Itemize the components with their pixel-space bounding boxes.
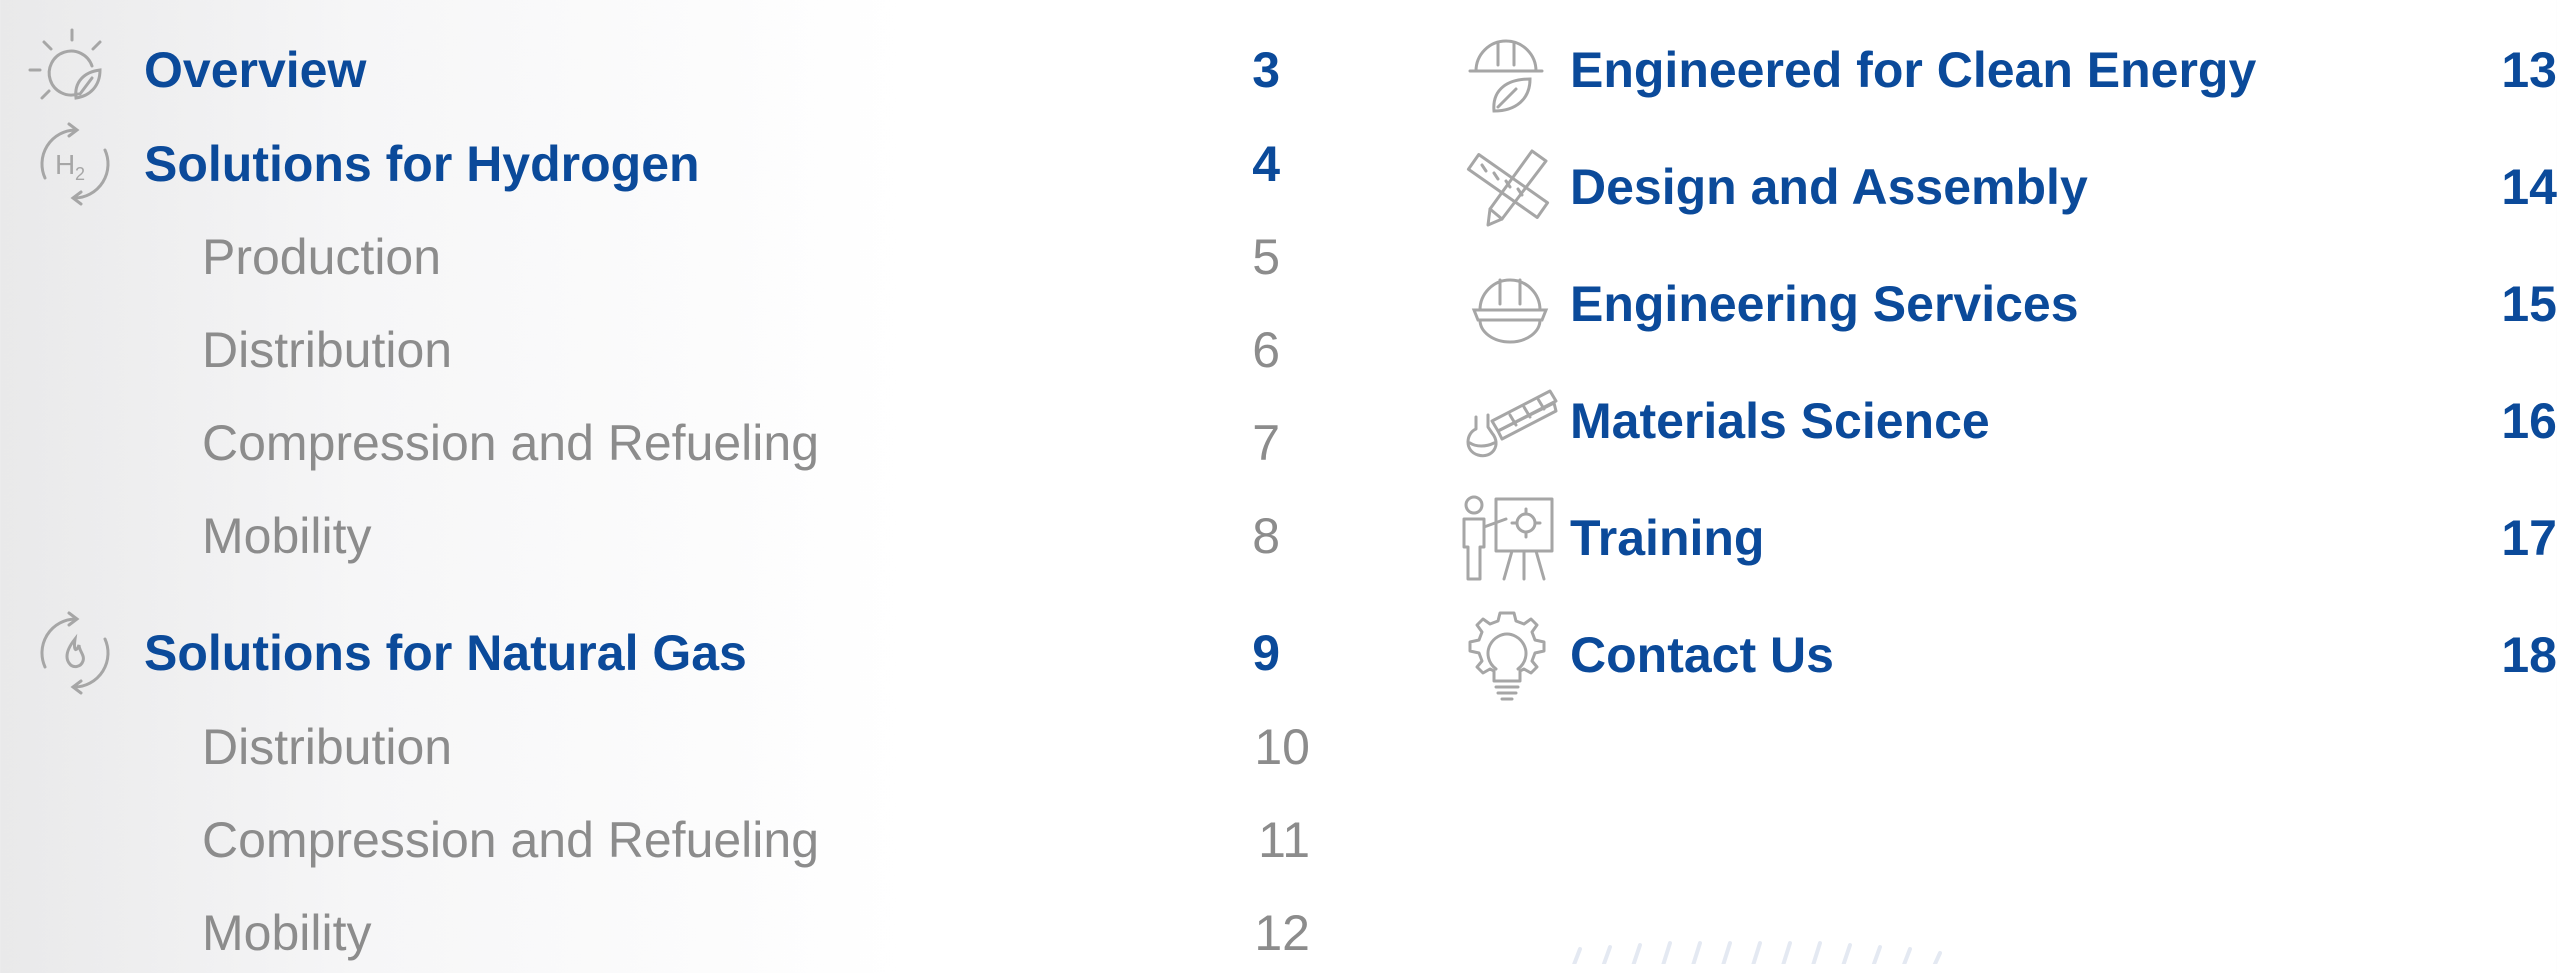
toc-page-number: 11 xyxy=(1258,812,1310,868)
toc-entry-solutions-hydrogen[interactable]: H 2 Solutions for Hydrogen 4 xyxy=(0,122,1320,206)
h2-cycle-icon: H 2 xyxy=(33,122,117,206)
presenter-board-icon xyxy=(1456,493,1556,583)
toc-subentry[interactable]: Mobility 8 xyxy=(0,496,1320,576)
toc-subentry[interactable]: Mobility 12 xyxy=(0,893,1320,973)
toc-entry-materials-science[interactable]: Materials Science 16 xyxy=(1440,381,2557,461)
toc-entry-engineering-services[interactable]: Engineering Services 15 xyxy=(1440,264,2557,344)
toc-subentry[interactable]: Production 5 xyxy=(0,217,1320,297)
toc-page-number: 12 xyxy=(1254,905,1310,961)
toc-subtitle: Production xyxy=(202,229,442,285)
toc-entry-training[interactable]: Training 17 xyxy=(1440,495,2557,581)
toc-title: Design and Assembly xyxy=(1570,159,2088,215)
flame-cycle-icon xyxy=(33,611,117,695)
toc-title: Training xyxy=(1570,510,1765,566)
toc-page-number: 8 xyxy=(1252,508,1280,564)
toc-entry-overview[interactable]: Overview 3 xyxy=(0,28,1320,110)
sun-leaf-icon xyxy=(28,26,116,114)
toc-entry-engineered-clean-energy[interactable]: Engineered for Clean Energy 13 xyxy=(1440,30,2557,113)
toc-page-number: 16 xyxy=(2501,393,2557,449)
toc-page-number: 4 xyxy=(1252,136,1280,192)
toc-title: Materials Science xyxy=(1570,393,1990,449)
hardhat-icon xyxy=(1470,264,1550,344)
toc-entry-design-assembly[interactable]: Design and Assembly 14 xyxy=(1440,147,2557,227)
toc-page-number: 13 xyxy=(2501,42,2557,98)
toc-subentry[interactable]: Compression and Refueling 7 xyxy=(0,403,1320,483)
toc-subentry[interactable]: Distribution 6 xyxy=(0,310,1320,390)
toc-title: Overview xyxy=(144,42,367,98)
toc-subentry[interactable]: Distribution 10 xyxy=(0,707,1320,787)
toc-subtitle: Distribution xyxy=(202,719,453,775)
hardhat-leaf-icon xyxy=(1464,25,1554,115)
toc-page-number: 18 xyxy=(2501,627,2557,683)
toc-page-number: 15 xyxy=(2501,276,2557,332)
toc-title: Engineering Services xyxy=(1570,276,2079,332)
decorative-pattern xyxy=(1530,935,2010,964)
gear-bulb-icon xyxy=(1462,609,1552,701)
toc-subtitle: Compression and Refueling xyxy=(202,812,820,868)
toc-title: Engineered for Clean Energy xyxy=(1570,42,2257,98)
toc-page-number: 5 xyxy=(1252,229,1280,285)
toc-page-number: 6 xyxy=(1252,322,1280,378)
toc-subentry[interactable]: Compression and Refueling 11 xyxy=(0,800,1320,880)
toc-subtitle: Mobility xyxy=(202,905,372,961)
toc-title: Solutions for Natural Gas xyxy=(144,625,747,681)
toc-title: Solutions for Hydrogen xyxy=(144,136,700,192)
flask-tubes-icon xyxy=(1462,381,1558,461)
toc-entry-solutions-natural-gas[interactable]: Solutions for Natural Gas 9 xyxy=(0,611,1320,695)
toc-page-number: 3 xyxy=(1252,42,1280,98)
toc-title: Contact Us xyxy=(1570,627,1834,683)
toc-page-number: 10 xyxy=(1254,719,1310,775)
toc-entry-contact-us[interactable]: Contact Us 18 xyxy=(1440,611,2557,701)
toc-subtitle: Distribution xyxy=(202,322,453,378)
svg-text:H: H xyxy=(55,149,75,180)
toc-page-number: 7 xyxy=(1252,415,1280,471)
toc-page-number: 17 xyxy=(2501,510,2557,566)
ruler-pencil-icon xyxy=(1462,147,1554,227)
toc-subtitle: Mobility xyxy=(202,508,372,564)
toc-page-number: 14 xyxy=(2501,159,2557,215)
svg-text:2: 2 xyxy=(75,164,85,184)
toc-subtitle: Compression and Refueling xyxy=(202,415,820,471)
toc-page-number: 9 xyxy=(1252,625,1280,681)
